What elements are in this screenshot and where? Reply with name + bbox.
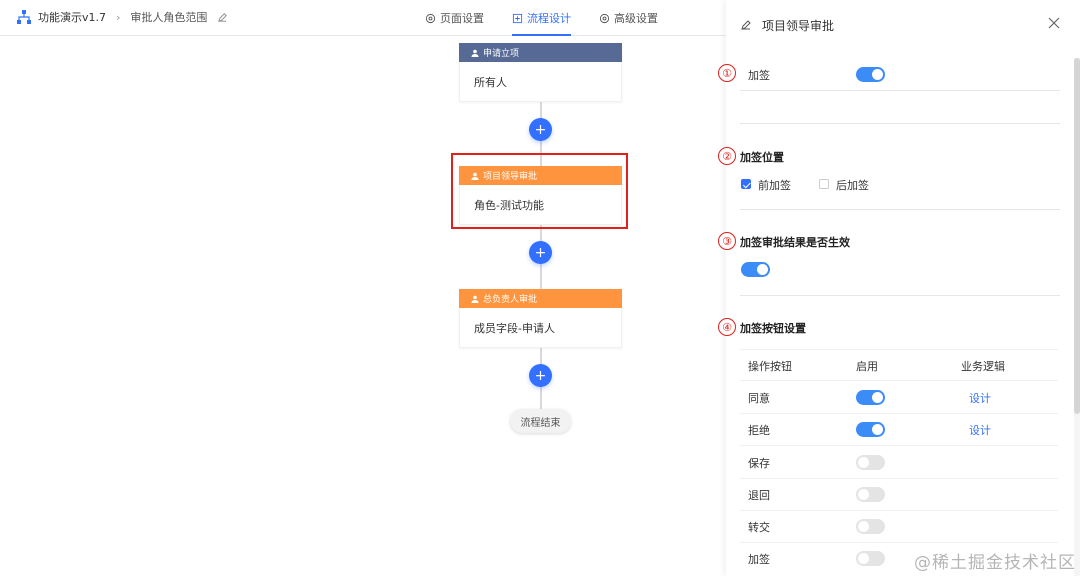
flow-icon <box>512 13 523 23</box>
breadcrumb-current: 审批人角色范围 <box>130 11 208 24</box>
table-row-name: 退回 <box>748 489 770 502</box>
before-countersign-checkbox[interactable] <box>741 179 751 189</box>
table-header-enabled: 启用 <box>856 360 878 373</box>
table-row-name: 同意 <box>748 392 770 405</box>
divider <box>740 295 1060 296</box>
row-enabled-toggle[interactable] <box>856 390 885 405</box>
node-settings-panel: 项目领导审批 <box>726 0 1080 576</box>
countersign-position-title: 加签位置 <box>740 151 784 164</box>
table-divider <box>740 478 1058 479</box>
table-row-name: 加签 <box>748 553 770 566</box>
design-link[interactable]: 设计 <box>969 422 991 438</box>
divider <box>740 90 1060 91</box>
user-icon <box>471 295 479 303</box>
add-node-button[interactable]: + <box>529 364 552 387</box>
panel-title: 项目领导审批 <box>762 18 835 33</box>
table-divider <box>740 510 1058 511</box>
tab-page-settings[interactable]: 页面设置 <box>425 0 484 36</box>
add-node-button[interactable]: + <box>529 118 552 141</box>
flow-node-general-manager[interactable]: 总负责人审批 成员字段-申请人 <box>459 289 622 348</box>
annotation-marker-4: ④ <box>718 318 736 336</box>
divider <box>740 209 1060 210</box>
tab-label: 页面设置 <box>440 12 484 25</box>
countersign-toggle[interactable] <box>856 67 885 82</box>
row-enabled-toggle[interactable] <box>856 551 885 566</box>
scrollbar-thumb[interactable] <box>1074 58 1080 414</box>
close-icon[interactable] <box>1048 17 1060 29</box>
node-header: 申请立项 <box>459 43 622 62</box>
table-header-action: 操作按钮 <box>748 360 792 373</box>
table-row-name: 转交 <box>748 521 770 534</box>
gear-icon <box>425 13 436 23</box>
tab-advanced-settings[interactable]: 高级设置 <box>599 0 658 36</box>
row-enabled-toggle[interactable] <box>856 422 885 437</box>
table-row-name: 拒绝 <box>748 424 770 437</box>
countersign-result-toggle[interactable] <box>741 262 770 277</box>
node-header: 总负责人审批 <box>459 289 622 308</box>
table-divider <box>740 380 1058 381</box>
node-title: 申请立项 <box>483 49 520 59</box>
table-divider <box>740 542 1058 543</box>
row-enabled-toggle[interactable] <box>856 487 885 502</box>
table-divider <box>740 413 1058 414</box>
countersign-button-settings-title: 加签按钮设置 <box>740 322 806 335</box>
watermark: @稀土掘金技术社区 <box>914 553 1076 573</box>
edit-icon[interactable] <box>217 12 228 23</box>
design-link[interactable]: 设计 <box>969 390 991 406</box>
after-countersign-label[interactable]: 后加签 <box>836 177 869 193</box>
countersign-result-effective-title: 加签审批结果是否生效 <box>740 236 850 249</box>
breadcrumb-chevron-icon: › <box>116 10 121 24</box>
flow-end-node: 流程结束 <box>510 409 571 433</box>
app-title-group: 功能演示v1.7 › 审批人角色范围 <box>16 9 228 25</box>
add-node-button[interactable]: + <box>529 241 552 264</box>
node-content: 成员字段-申请人 <box>459 308 622 348</box>
table-header-logic: 业务逻辑 <box>961 360 1005 373</box>
panel-scrollbar[interactable] <box>1074 58 1080 576</box>
annotation-marker-1: ① <box>718 64 736 82</box>
after-countersign-checkbox[interactable] <box>819 179 829 189</box>
annotation-marker-2: ② <box>718 147 736 165</box>
selected-node-highlight <box>451 153 628 229</box>
table-divider <box>740 349 1058 350</box>
annotation-marker-3: ③ <box>718 232 736 250</box>
node-content: 所有人 <box>459 62 622 102</box>
countersign-label: 加签 <box>748 69 770 82</box>
before-countersign-label[interactable]: 前加签 <box>758 177 791 193</box>
flow-node-start[interactable]: 申请立项 所有人 <box>459 43 622 102</box>
user-icon <box>471 49 479 57</box>
tab-bar: 页面设置 流程设计 高级设置 <box>425 0 658 36</box>
divider <box>740 123 1060 124</box>
pencil-icon[interactable] <box>740 19 752 31</box>
tab-label: 流程设计 <box>527 12 571 25</box>
app-name[interactable]: 功能演示v1.7 <box>38 9 106 25</box>
table-divider <box>740 445 1058 446</box>
panel-header: 项目领导审批 <box>726 0 1080 50</box>
tab-label: 高级设置 <box>614 12 658 25</box>
node-title: 总负责人审批 <box>483 295 538 305</box>
table-row-name: 保存 <box>748 457 770 470</box>
gear-icon <box>599 13 610 23</box>
row-enabled-toggle[interactable] <box>856 455 885 470</box>
row-enabled-toggle[interactable] <box>856 519 885 534</box>
org-chart-icon <box>17 10 31 24</box>
tab-flow-design[interactable]: 流程设计 <box>512 0 571 36</box>
